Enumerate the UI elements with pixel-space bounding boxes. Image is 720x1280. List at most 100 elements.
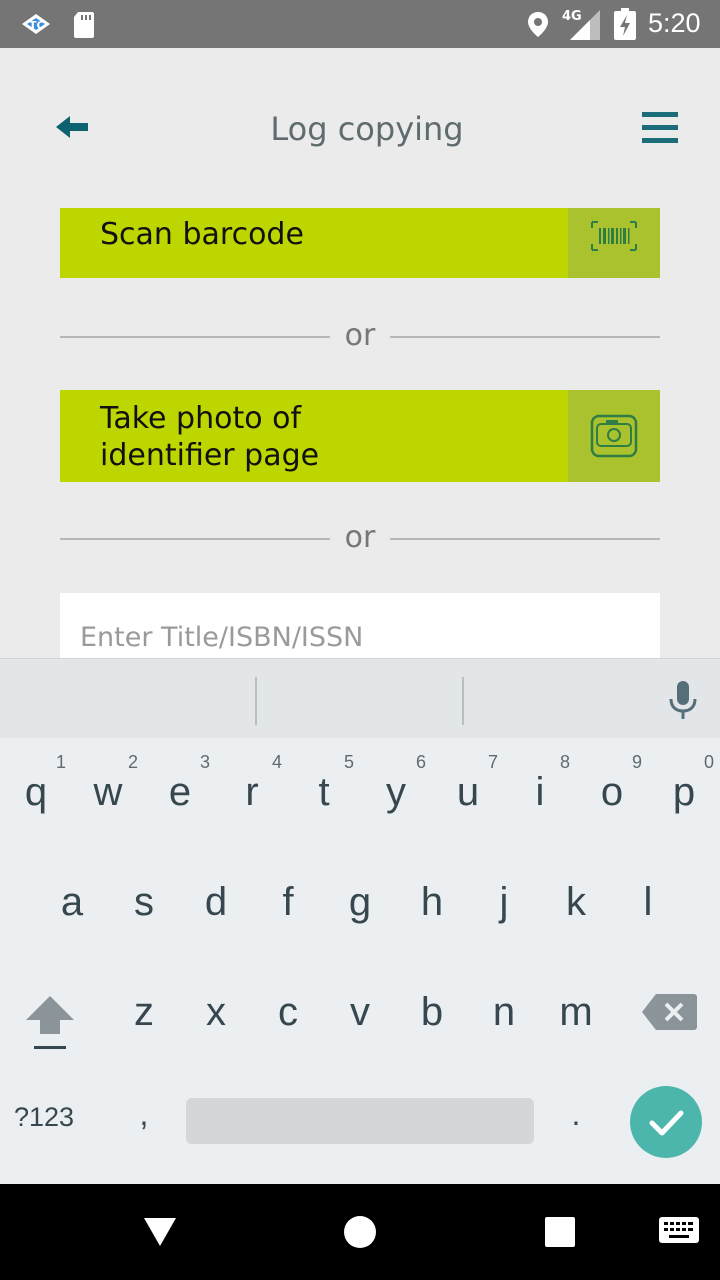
key-label: r — [245, 770, 259, 814]
sd-card-icon — [74, 12, 94, 38]
key-label: y — [386, 770, 406, 814]
key-label: t — [318, 770, 330, 814]
divider-line — [60, 336, 330, 338]
key-number-hint: 1 — [55, 752, 66, 772]
key-b[interactable]: b — [396, 960, 468, 1070]
scan-barcode-button[interactable]: Scan barcode — [60, 208, 660, 278]
keyboard-switch-icon[interactable] — [656, 1214, 702, 1248]
backspace-icon[interactable] — [640, 992, 698, 1032]
key-h[interactable]: h — [396, 850, 468, 960]
key-label: b — [420, 990, 444, 1034]
key-s[interactable]: s — [108, 850, 180, 960]
enter-key[interactable] — [630, 1086, 702, 1158]
key-label: f — [282, 880, 294, 924]
scan-icon-box — [568, 208, 660, 278]
camera-icon — [590, 414, 638, 458]
or-text: or — [344, 318, 376, 353]
key-a[interactable]: a — [36, 850, 108, 960]
key-label: d — [204, 880, 228, 924]
keyboard-suggestion-bar — [0, 658, 720, 738]
shift-icon[interactable] — [14, 990, 86, 1060]
key-label: q — [24, 770, 48, 814]
key-number-hint: 7 — [487, 752, 498, 772]
key-label: z — [134, 990, 154, 1034]
divider-line — [60, 538, 330, 540]
key-label: a — [60, 880, 84, 924]
key-number-hint: 2 — [127, 752, 138, 772]
key-d[interactable]: d — [180, 850, 252, 960]
page-title: Log copying — [270, 110, 464, 148]
recents-square-icon[interactable] — [542, 1214, 578, 1250]
take-photo-label: Take photo of identifier page — [100, 400, 319, 474]
key-number-hint: 4 — [271, 752, 282, 772]
key-y[interactable]: y6 — [360, 738, 432, 848]
navigation-bar — [0, 1184, 720, 1280]
key-label: s — [134, 880, 154, 924]
home-circle-icon[interactable] — [342, 1214, 378, 1250]
key-number-hint: 9 — [631, 752, 642, 772]
key-label: u — [456, 770, 480, 814]
or-divider: or — [60, 518, 660, 558]
photo-icon-box — [568, 390, 660, 482]
key-r[interactable]: r4 — [216, 738, 288, 848]
svg-text:TC: TC — [29, 19, 45, 32]
suggestion-separator — [462, 677, 464, 725]
key-label: g — [348, 880, 372, 924]
key-x[interactable]: x — [180, 960, 252, 1070]
key-m[interactable]: m — [540, 960, 612, 1070]
key-u[interactable]: u7 — [432, 738, 504, 848]
app-bar: Log copying — [0, 48, 720, 208]
key-q[interactable]: q1 — [0, 738, 72, 848]
space-bar[interactable] — [186, 1098, 534, 1144]
key-t[interactable]: t5 — [288, 738, 360, 848]
key-i[interactable]: i8 — [504, 738, 576, 848]
key-l[interactable]: l — [612, 850, 684, 960]
key-label: h — [420, 880, 444, 924]
scan-barcode-label: Scan barcode — [100, 217, 304, 252]
mic-icon[interactable] — [664, 679, 702, 723]
key-label: w — [93, 770, 123, 814]
key-label: m — [559, 990, 593, 1034]
key-label: j — [499, 880, 509, 924]
key-e[interactable]: e3 — [144, 738, 216, 848]
menu-icon[interactable] — [636, 108, 684, 148]
key-number-hint: 3 — [199, 752, 210, 772]
take-photo-button[interactable]: Take photo of identifier page — [60, 390, 660, 482]
divider-line — [390, 538, 660, 540]
key-p[interactable]: p0 — [648, 738, 720, 848]
key-label: p — [672, 770, 696, 814]
key-label: i — [535, 770, 545, 814]
key-label: v — [350, 990, 370, 1034]
key-k[interactable]: k — [540, 850, 612, 960]
key-number-hint: 6 — [415, 752, 426, 772]
key-number-hint: 8 — [559, 752, 570, 772]
key-number-hint: 0 — [703, 752, 714, 772]
key-f[interactable]: f — [252, 850, 324, 960]
key-c[interactable]: c — [252, 960, 324, 1070]
key-n[interactable]: n — [468, 960, 540, 1070]
search-field[interactable] — [60, 593, 660, 659]
barcode-icon — [591, 221, 637, 251]
take-photo-label-line2: identifier page — [100, 438, 320, 473]
key-number-hint: 5 — [343, 752, 354, 772]
period-key[interactable]: . — [552, 1096, 600, 1156]
back-triangle-icon[interactable] — [140, 1214, 180, 1250]
symbols-key[interactable]: ?123 — [14, 1102, 96, 1146]
key-j[interactable]: j — [468, 850, 540, 960]
key-w[interactable]: w2 — [72, 738, 144, 848]
key-label: k — [566, 880, 586, 924]
check-icon — [649, 1110, 684, 1136]
key-label: c — [278, 990, 298, 1034]
or-text: or — [344, 520, 376, 555]
key-z[interactable]: z — [108, 960, 180, 1070]
title-isbn-issn-input[interactable] — [60, 593, 660, 659]
key-o[interactable]: o9 — [576, 738, 648, 848]
key-label: x — [206, 990, 226, 1034]
take-photo-label-line1: Take photo of — [100, 401, 302, 436]
comma-key[interactable]: , — [118, 1096, 170, 1156]
key-v[interactable]: v — [324, 960, 396, 1070]
app-notification-icon: TC — [22, 14, 50, 34]
key-g[interactable]: g — [324, 850, 396, 960]
key-label: e — [168, 770, 192, 814]
or-divider: or — [60, 316, 660, 356]
